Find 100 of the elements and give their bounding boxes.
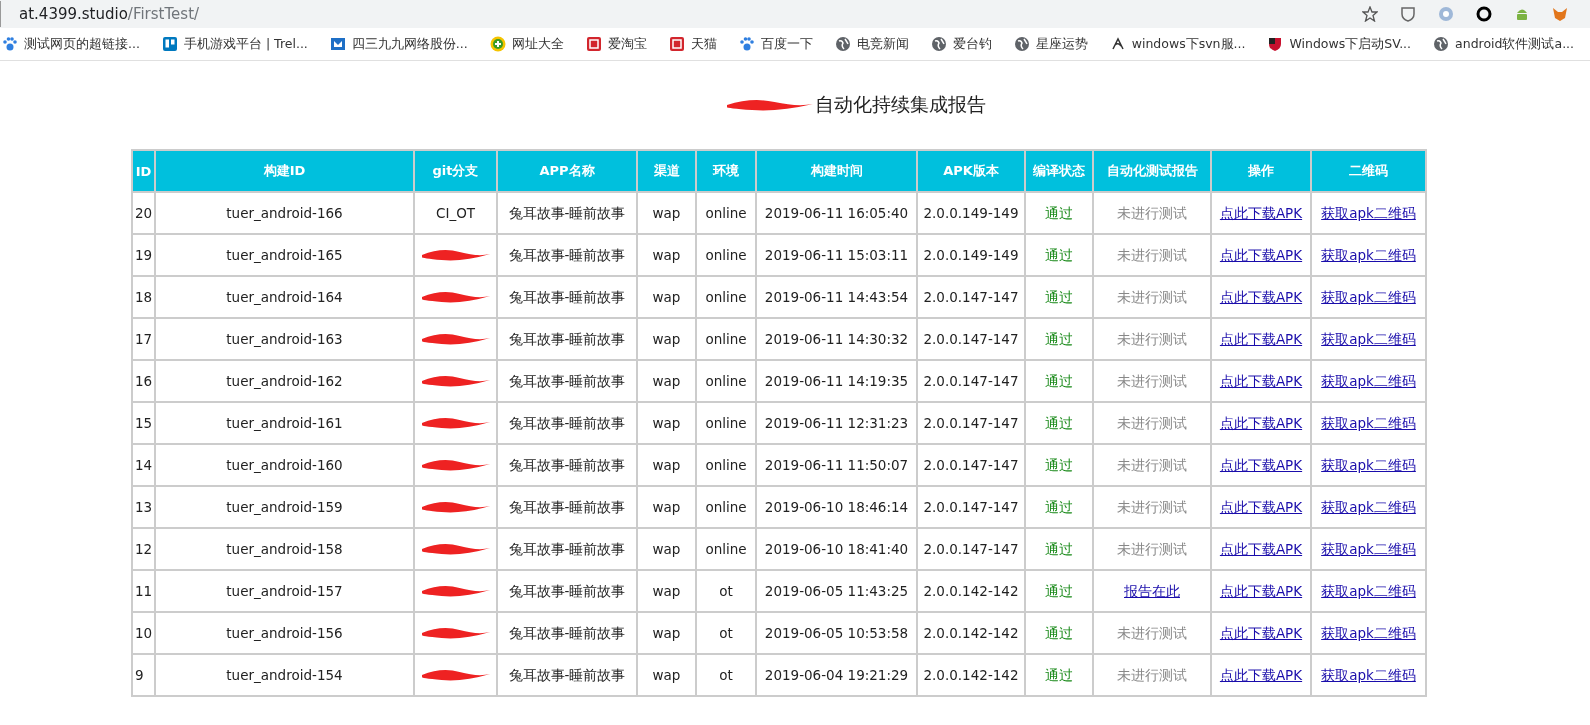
column-header: git分支 — [414, 150, 497, 192]
table-cell: 2019-06-11 15:03:11 — [764, 246, 909, 263]
bookmark-link[interactable]: 电竞新闻 — [834, 35, 909, 53]
table-cell: wap — [652, 204, 681, 221]
table-cell: wap — [652, 540, 681, 557]
table-cell: tuer_android-161 — [226, 414, 343, 431]
build-status: 通过 — [1045, 204, 1073, 221]
report-status: 未进行测试 — [1117, 624, 1187, 641]
table-cell: tuer_android-162 — [226, 372, 343, 389]
bookmark-link[interactable]: 网址大全 — [489, 35, 564, 53]
report-status: 未进行测试 — [1117, 498, 1187, 515]
table-cell: 19 — [135, 246, 153, 263]
table-cell: 2.0.0.142-142 — [923, 582, 1019, 599]
box-icon — [329, 36, 346, 52]
ring-icon[interactable] — [1476, 6, 1492, 22]
table-cell: wap — [652, 498, 681, 515]
table-cell: 11 — [135, 582, 153, 599]
plus-icon — [489, 36, 506, 52]
table-cell: 兔耳故事-睡前故事 — [508, 204, 626, 221]
build-status: 通过 — [1045, 456, 1073, 473]
fox-icon[interactable] — [1552, 6, 1568, 22]
table-cell: 2019-06-11 12:31:23 — [764, 414, 909, 431]
bookmark-link[interactable]: 测试网页的超链接... — [2, 35, 140, 53]
build-status: 通过 — [1045, 498, 1073, 515]
table-cell: 2.0.0.149-149 — [923, 204, 1019, 221]
build-status: 通过 — [1045, 540, 1073, 557]
table-cell: 2019-06-11 11:50:07 — [764, 456, 909, 473]
column-header: 构建时间 — [756, 150, 917, 192]
table-cell: 2019-06-11 16:05:40 — [764, 204, 909, 221]
report-status: 未进行测试 — [1117, 246, 1187, 263]
star-icon[interactable] — [1362, 6, 1378, 22]
table-cell: tuer_android-154 — [226, 666, 343, 683]
report-status: 未进行测试 — [1117, 372, 1187, 389]
table-cell: 2019-06-10 18:46:14 — [764, 498, 909, 515]
build-status: 通过 — [1045, 288, 1073, 305]
table-cell: 2.0.0.147-147 — [923, 456, 1019, 473]
table-cell: wap — [652, 288, 681, 305]
table-cell: 兔耳故事-睡前故事 — [508, 372, 626, 389]
report-link[interactable]: 报告在此 — [1124, 582, 1180, 599]
table-cell: 兔耳故事-睡前故事 — [508, 666, 626, 683]
bookmark-link[interactable]: Windows下启动SV... — [1267, 35, 1412, 53]
table-cell: 2.0.0.142-142 — [923, 666, 1019, 683]
build-status: 通过 — [1045, 372, 1073, 389]
table-cell: wap — [652, 582, 681, 599]
bookmark-link[interactable]: 爱台钓 — [930, 35, 992, 53]
table-cell: 20 — [135, 204, 153, 221]
column-header: ID — [132, 150, 155, 192]
bookmark-link[interactable]: 星座运势 — [1013, 35, 1088, 53]
build-status: 通过 — [1045, 330, 1073, 347]
table-cell: online — [705, 330, 747, 347]
globe-icon — [1013, 36, 1030, 52]
column-header: 环境 — [696, 150, 756, 192]
table-cell: 兔耳故事-睡前故事 — [508, 540, 626, 557]
globe-icon — [1433, 36, 1450, 52]
table-cell: ot — [719, 624, 733, 641]
column-header: 自动化测试报告 — [1093, 150, 1211, 192]
report-status: 未进行测试 — [1117, 456, 1187, 473]
build-status: 通过 — [1045, 414, 1073, 431]
table-cell: wap — [652, 330, 681, 347]
table-cell: 兔耳故事-睡前故事 — [508, 414, 626, 431]
table-cell: 2.0.0.147-147 — [923, 330, 1019, 347]
bookmark-link[interactable]: windows下svn服... — [1109, 35, 1246, 53]
bookmark-link[interactable]: 爱淘宝 — [585, 35, 647, 53]
bookmark-link[interactable]: 手机游戏平台 | Trel... — [161, 35, 308, 53]
table-cell: 2.0.0.147-147 — [923, 288, 1019, 305]
swirl-icon — [1109, 36, 1126, 52]
table-cell: online — [705, 204, 747, 221]
table-cell: tuer_android-157 — [226, 582, 343, 599]
shield-icon[interactable] — [1400, 6, 1416, 22]
bookmark-link[interactable]: 四三九九网络股份... — [329, 35, 468, 53]
table-cell: online — [705, 246, 747, 263]
table-cell: 兔耳故事-睡前故事 — [508, 624, 626, 641]
column-header: 构建ID — [155, 150, 414, 192]
column-header: 编译状态 — [1025, 150, 1093, 192]
column-header: APK版本 — [917, 150, 1025, 192]
table-cell: ot — [719, 666, 733, 683]
bookmark-link[interactable]: 百度一下 — [738, 35, 813, 53]
table-cell: wap — [652, 372, 681, 389]
report-status: 未进行测试 — [1117, 288, 1187, 305]
table-cell: wap — [652, 246, 681, 263]
table-cell: tuer_android-166 — [226, 204, 343, 221]
bookmark-link[interactable]: android软件测试a... — [1433, 35, 1575, 53]
report-title: 自动化持续集成报告 — [814, 92, 986, 117]
table-cell: online — [705, 288, 747, 305]
table-cell: CI_OT — [436, 204, 475, 221]
table-cell: 兔耳故事-睡前故事 — [508, 330, 626, 347]
paw-icon — [2, 36, 18, 52]
table-cell: 2.0.0.147-147 — [923, 498, 1019, 515]
table-cell: 16 — [135, 372, 153, 389]
table-cell: tuer_android-158 — [226, 540, 343, 557]
bookmark-link[interactable]: 天猫 — [668, 35, 717, 53]
table-cell: ot — [719, 582, 733, 599]
table-cell: wap — [652, 456, 681, 473]
report-status: 未进行测试 — [1117, 330, 1187, 347]
table-cell: 12 — [135, 540, 153, 557]
table-cell: 兔耳故事-睡前故事 — [508, 498, 626, 515]
table-cell: 2.0.0.147-147 — [923, 540, 1019, 557]
table-cell: tuer_android-163 — [226, 330, 343, 347]
column-header: 操作 — [1211, 150, 1311, 192]
tag-icon — [585, 36, 602, 52]
